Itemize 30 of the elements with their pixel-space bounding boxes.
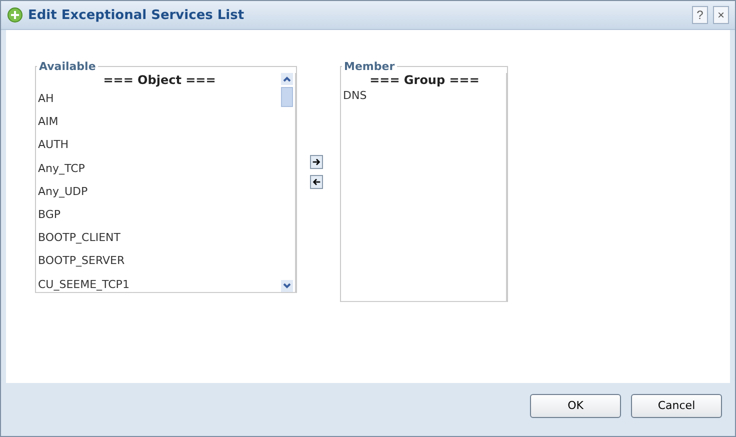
add-icon bbox=[7, 7, 23, 23]
help-button[interactable]: ? bbox=[692, 6, 708, 24]
object-list[interactable]: === Object === AH AIM AUTH Any_TCP Any_UDP BGP BOOTP_CLIENT BOOTP_SERVER CU_SEEME_TCP1 bbox=[36, 73, 296, 293]
add-member-button[interactable] bbox=[310, 155, 323, 169]
list-item[interactable]: BOOTP_CLIENT bbox=[38, 226, 281, 250]
window-title: Edit Exceptional Services List bbox=[28, 8, 244, 22]
list-item[interactable]: Any_TCP bbox=[38, 156, 281, 180]
close-button[interactable]: × bbox=[713, 6, 729, 24]
list-item[interactable]: BOOTP_SERVER bbox=[38, 249, 281, 273]
list-item[interactable]: AUTH bbox=[38, 133, 281, 157]
member-list[interactable]: === Group === DNS bbox=[341, 73, 507, 302]
scroll-down-icon[interactable] bbox=[281, 280, 293, 292]
scroll-up-icon[interactable] bbox=[281, 73, 293, 85]
list-item[interactable]: AH bbox=[38, 87, 281, 110]
scroll-thumb[interactable] bbox=[281, 87, 293, 107]
group-legend: Member bbox=[342, 60, 397, 73]
list-header: === Object === bbox=[102, 73, 217, 87]
list-item[interactable]: BGP bbox=[38, 203, 281, 226]
list-item[interactable]: Any_UDP bbox=[38, 180, 281, 204]
remove-member-button[interactable] bbox=[310, 175, 323, 189]
list-item[interactable]: CU_SEEME_TCP1 bbox=[38, 272, 281, 296]
left-arrow-icon bbox=[311, 176, 322, 188]
dialog-button[interactable]: OK bbox=[530, 394, 621, 418]
list-item[interactable]: DNS bbox=[343, 87, 506, 105]
group-legend: Available bbox=[37, 60, 98, 73]
scrollbar[interactable] bbox=[281, 73, 293, 292]
list-header: === Group === bbox=[368, 73, 480, 87]
dialog-button[interactable]: Cancel bbox=[631, 394, 722, 418]
list-item[interactable]: AIM bbox=[38, 110, 281, 134]
right-arrow-icon bbox=[311, 156, 322, 168]
